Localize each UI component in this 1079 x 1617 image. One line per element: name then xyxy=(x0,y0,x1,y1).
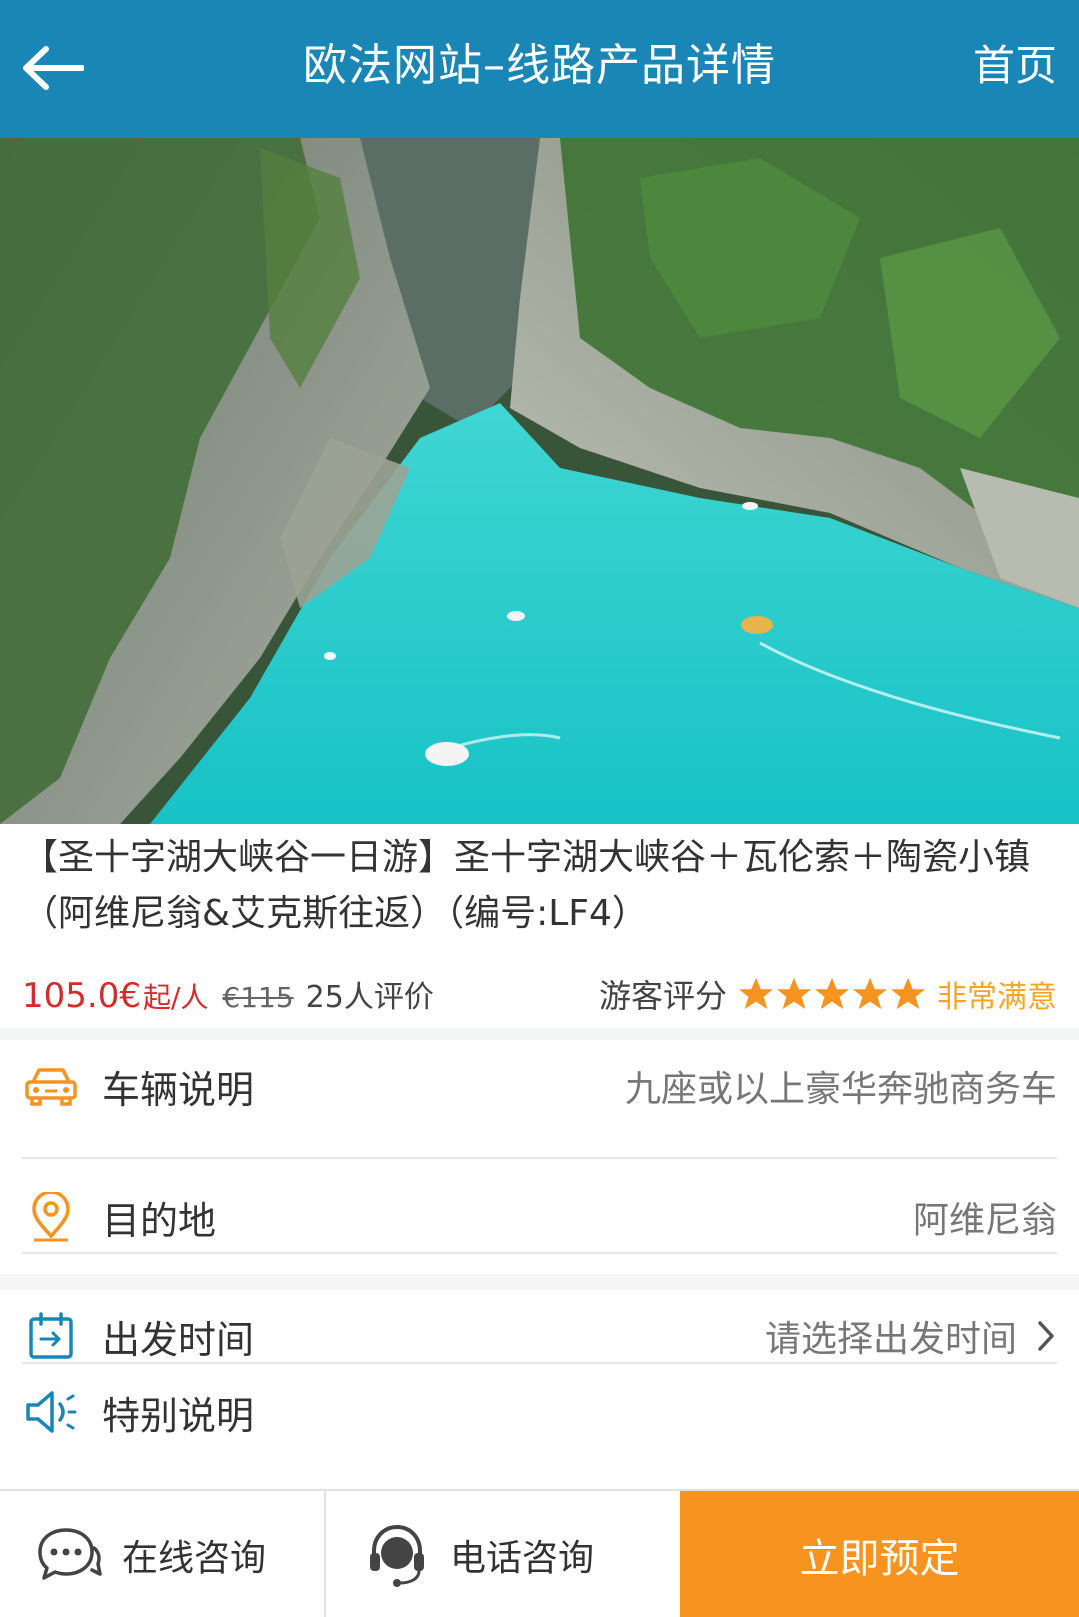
speaker-icon xyxy=(22,1383,80,1441)
rating-block: 游客评分 非常满意 xyxy=(599,972,1057,1016)
vehicle-value: 九座或以上豪华奔驰商务车 xyxy=(624,1069,1057,1110)
options-section: 出发时间 请选择出发时间 特别说明 xyxy=(0,1290,1079,1489)
star-icon xyxy=(890,977,926,1010)
online-consult-button[interactable]: 在线咨询 xyxy=(0,1491,326,1617)
rating-text: 非常满意 xyxy=(937,980,1057,1015)
destination-label: 目的地 xyxy=(102,1198,217,1243)
rating-stars xyxy=(737,976,927,1012)
star-icon xyxy=(814,977,850,1010)
vehicle-row: 车辆说明 九座或以上豪华奔驰商务车 xyxy=(22,1040,1057,1132)
special-notes-label: 特别说明 xyxy=(102,1393,255,1438)
chat-bubbles-icon xyxy=(38,1528,102,1580)
departure-time-label: 出发时间 xyxy=(102,1317,255,1362)
phone-consult-label: 电话咨询 xyxy=(450,1538,595,1579)
row-divider xyxy=(22,1252,1057,1254)
online-consult-label: 在线咨询 xyxy=(122,1538,267,1579)
price-value: 105.0€ xyxy=(22,976,141,1016)
chevron-right-icon xyxy=(1038,1321,1054,1351)
destination-row: 目的地 阿维尼翁 xyxy=(22,1171,1057,1263)
price-block: 105.0€ 起/人 €115 25人评价 xyxy=(22,972,434,1016)
price-unit: 起/人 xyxy=(142,981,209,1014)
page-title: 欧法网站–线路产品详情 xyxy=(303,40,776,91)
departure-time-placeholder: 请选择出发时间 xyxy=(764,1319,1017,1360)
star-icon xyxy=(776,977,812,1010)
special-notes-row[interactable]: 特别说明 xyxy=(22,1366,1057,1458)
book-now-button[interactable]: 立即预定 xyxy=(680,1491,1079,1617)
vehicle-label: 车辆说明 xyxy=(102,1067,255,1112)
departure-time-value: 请选择出发时间 xyxy=(765,1310,1057,1362)
row-divider xyxy=(22,1362,1057,1364)
top-nav-bar: 欧法网站–线路产品详情 首页 xyxy=(0,0,1079,138)
calendar-icon xyxy=(22,1307,80,1365)
row-divider xyxy=(22,1157,1057,1159)
info-section: 车辆说明 九座或以上豪华奔驰商务车 目的地 阿维尼翁 xyxy=(0,1040,1079,1274)
product-hero-image xyxy=(0,138,1079,824)
destination-value: 阿维尼翁 xyxy=(912,1200,1057,1241)
arrow-left-icon xyxy=(23,46,84,90)
review-count[interactable]: 25人评价 xyxy=(306,972,434,1016)
home-link[interactable]: 首页 xyxy=(973,0,1057,138)
product-detail-page: 欧法网站–线路产品详情 首页 【圣十字湖大峡谷一日游】圣十字湖大峡谷＋瓦伦索＋陶… xyxy=(0,0,1079,1617)
star-icon xyxy=(852,977,888,1010)
location-pin-icon xyxy=(22,1188,80,1246)
star-icon xyxy=(738,977,774,1010)
rating-label: 游客评分 xyxy=(598,977,727,1015)
phone-consult-button[interactable]: 电话咨询 xyxy=(328,1491,680,1617)
original-price: €115 xyxy=(222,981,294,1014)
headset-icon xyxy=(370,1524,424,1587)
back-button[interactable] xyxy=(18,38,88,98)
bottom-action-bar: 在线咨询 电话咨询 立即预定 xyxy=(0,1489,1079,1617)
car-icon xyxy=(22,1057,80,1115)
product-title: 【圣十字湖大峡谷一日游】圣十字湖大峡谷＋瓦伦索＋陶瓷小镇（阿维尼翁&艾克斯往返）… xyxy=(22,837,1031,934)
